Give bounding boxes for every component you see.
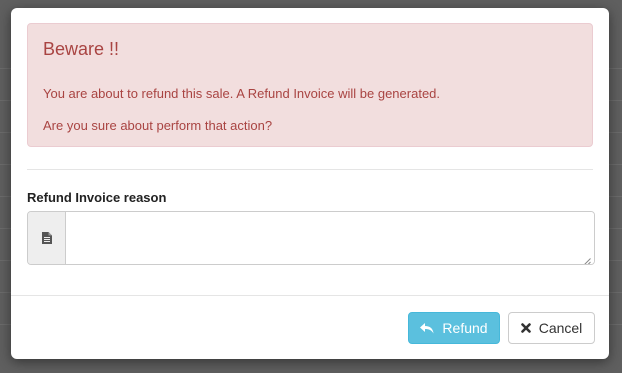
- reason-input-group: [27, 211, 595, 265]
- warning-alert: Beware !! You are about to refund this s…: [27, 23, 593, 147]
- alert-question: Are you sure about perform that action?: [43, 118, 273, 133]
- reply-icon: [420, 322, 434, 334]
- section-divider: [27, 169, 593, 170]
- refund-button-label: Refund: [442, 320, 488, 336]
- resize-grip-icon[interactable]: [583, 253, 591, 264]
- alert-message: You are about to refund this sale. A Ref…: [43, 86, 441, 101]
- cancel-button-label: Cancel: [538, 320, 583, 336]
- reason-textarea[interactable]: [66, 212, 594, 264]
- refund-modal: Beware !! You are about to refund this s…: [11, 8, 609, 359]
- close-icon: [520, 323, 531, 333]
- refund-button[interactable]: Refund: [408, 312, 500, 344]
- reason-label: Refund Invoice reason: [27, 190, 167, 205]
- alert-title: Beware !!: [43, 39, 120, 59]
- file-icon: [28, 212, 66, 264]
- footer-divider: [11, 295, 609, 296]
- cancel-button[interactable]: Cancel: [508, 312, 595, 344]
